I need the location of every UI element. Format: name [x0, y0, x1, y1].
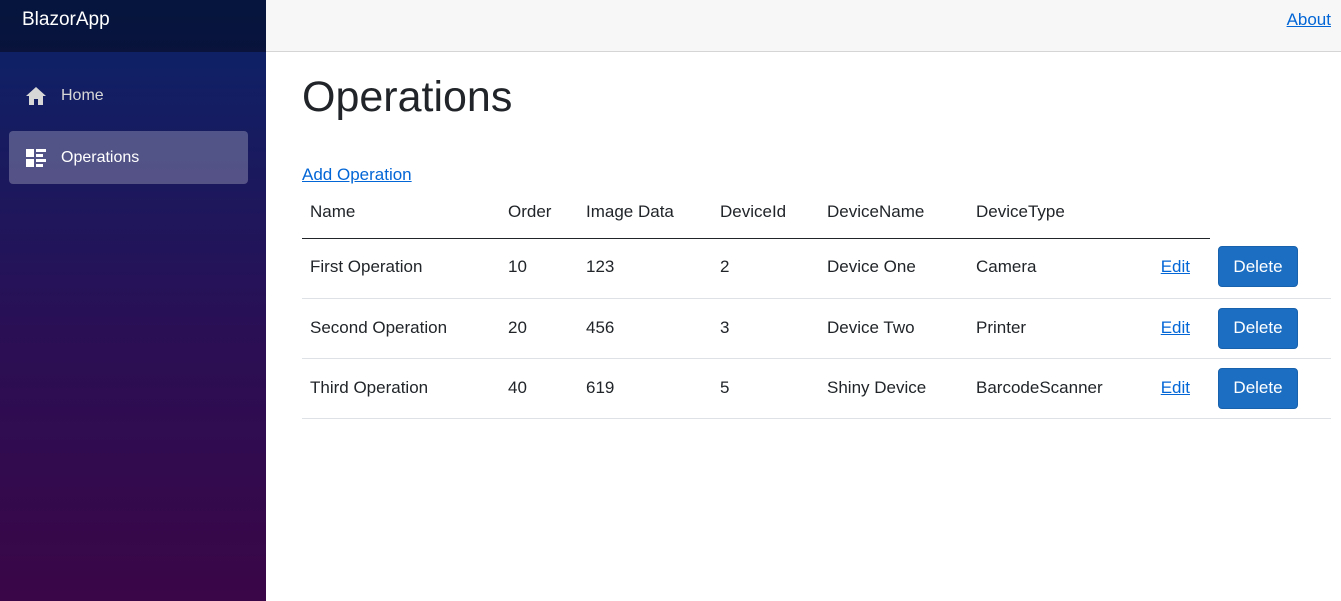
- add-operation-link[interactable]: Add Operation: [302, 165, 412, 185]
- sidebar: BlazorApp Home Operations: [0, 0, 266, 601]
- cell-device-id: 3: [712, 298, 819, 359]
- cell-order: 10: [500, 238, 578, 299]
- cell-image-data: 123: [578, 238, 712, 299]
- operations-table: Name Order Image Data DeviceId DeviceNam…: [302, 191, 1331, 419]
- cell-order: 20: [500, 298, 578, 359]
- cell-name: Second Operation: [302, 298, 500, 359]
- brand-bar: BlazorApp: [0, 0, 266, 52]
- home-icon: [24, 84, 48, 108]
- table-row: Third Operation 40 619 5 Shiny Device Ba…: [302, 358, 1331, 419]
- cell-device-type: BarcodeScanner: [968, 358, 1147, 419]
- cell-device-type: Camera: [968, 238, 1147, 299]
- cell-name: Third Operation: [302, 358, 500, 419]
- cell-delete: Delete: [1210, 298, 1331, 359]
- cell-device-id: 5: [712, 358, 819, 419]
- edit-link[interactable]: Edit: [1161, 378, 1190, 397]
- cell-device-id: 2: [712, 238, 819, 299]
- about-link[interactable]: About: [1287, 10, 1331, 30]
- cell-device-type: Printer: [968, 298, 1147, 359]
- sidebar-item-home[interactable]: Home: [9, 69, 248, 122]
- cell-edit: Edit: [1147, 298, 1210, 359]
- table-row: First Operation 10 123 2 Device One Came…: [302, 238, 1331, 299]
- sidebar-item-operations[interactable]: Operations: [9, 131, 248, 184]
- cell-delete: Delete: [1210, 238, 1331, 299]
- column-header-order: Order: [500, 191, 578, 239]
- sidebar-item-label: Home: [61, 86, 104, 104]
- edit-link[interactable]: Edit: [1161, 318, 1190, 337]
- delete-button[interactable]: Delete: [1218, 367, 1298, 409]
- cell-delete: Delete: [1210, 358, 1331, 419]
- cell-edit: Edit: [1147, 238, 1210, 299]
- cell-order: 40: [500, 358, 578, 419]
- cell-device-name: Device Two: [819, 298, 968, 359]
- sidebar-item-label: Operations: [61, 148, 140, 166]
- cell-device-name: Shiny Device: [819, 358, 968, 419]
- list-rich-icon: [24, 146, 48, 170]
- column-header-name: Name: [302, 191, 500, 239]
- column-header-edit: [1147, 191, 1210, 239]
- column-header-image-data: Image Data: [578, 191, 712, 239]
- cell-device-name: Device One: [819, 238, 968, 299]
- main-content: Operations Add Operation Name Order Imag…: [302, 52, 1331, 419]
- column-header-device-id: DeviceId: [712, 191, 819, 239]
- column-header-device-type: DeviceType: [968, 191, 1147, 239]
- cell-image-data: 456: [578, 298, 712, 359]
- cell-name: First Operation: [302, 238, 500, 299]
- table-row: Second Operation 20 456 3 Device Two Pri…: [302, 298, 1331, 359]
- cell-image-data: 619: [578, 358, 712, 419]
- column-header-device-name: DeviceName: [819, 191, 968, 239]
- delete-button[interactable]: Delete: [1218, 246, 1298, 288]
- top-row: About: [266, 0, 1341, 52]
- brand-title[interactable]: BlazorApp: [22, 9, 110, 30]
- delete-button[interactable]: Delete: [1218, 307, 1298, 349]
- column-header-delete: [1210, 191, 1331, 238]
- table-header-row: Name Order Image Data DeviceId DeviceNam…: [302, 191, 1331, 239]
- sidebar-nav: Home Operations: [0, 52, 266, 184]
- edit-link[interactable]: Edit: [1161, 257, 1190, 276]
- cell-edit: Edit: [1147, 358, 1210, 419]
- page-title: Operations: [302, 73, 513, 121]
